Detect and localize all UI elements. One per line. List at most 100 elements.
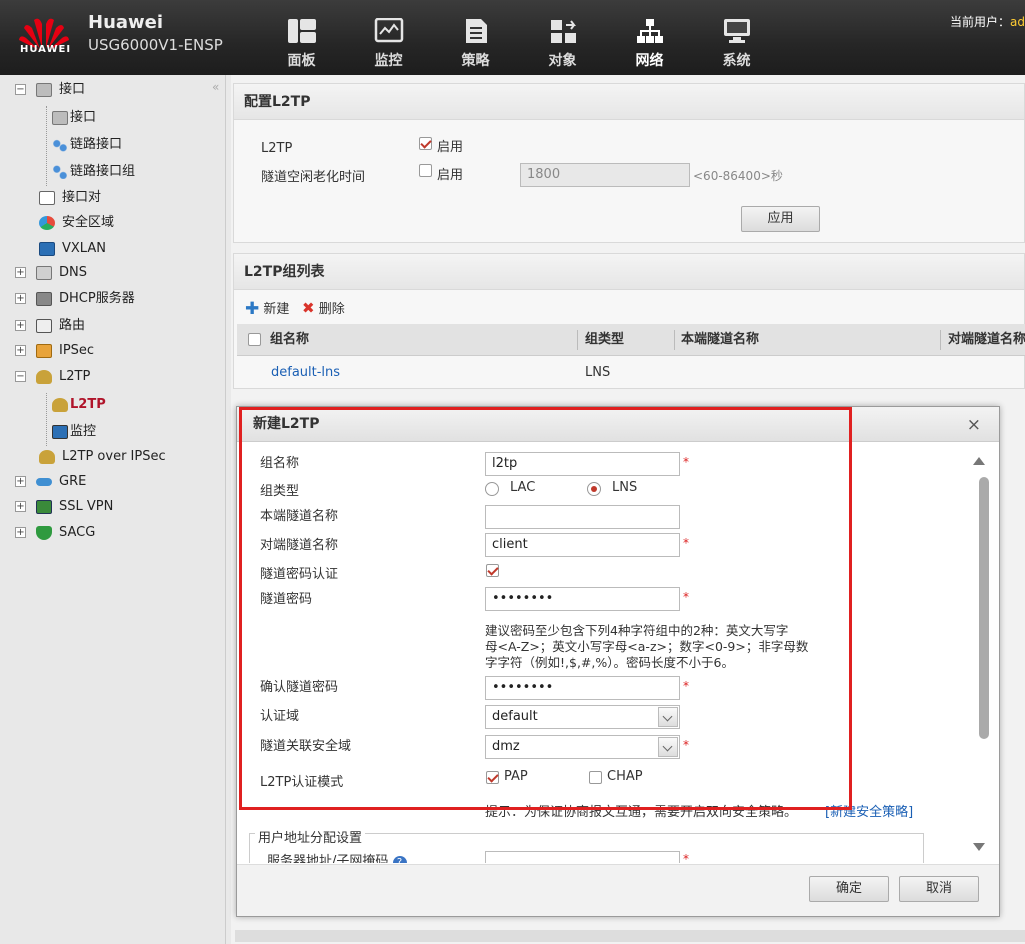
- security-zone-icon: [39, 215, 55, 230]
- sidebar-item-label: DNS: [59, 265, 87, 280]
- nav-dashboard-label: 面板: [287, 53, 316, 69]
- select-all-checkbox[interactable]: [248, 333, 261, 346]
- tunnel-password-input[interactable]: ••••••••: [485, 587, 680, 611]
- vxlan-icon: [39, 241, 55, 256]
- required-mark: *: [683, 738, 689, 752]
- group-name-input[interactable]: l2tp: [485, 452, 680, 476]
- scroll-up-icon[interactable]: [973, 457, 985, 465]
- new-group-button[interactable]: ✚ 新建: [245, 298, 289, 319]
- column-header-group-name[interactable]: 组名称: [270, 324, 309, 356]
- column-header-peer-tunnel[interactable]: 对端隧道名称: [948, 324, 1025, 356]
- nav-system-label: 系统: [722, 53, 751, 69]
- dialog-scrollbar-thumb[interactable]: [979, 477, 989, 739]
- sidebar-item-ipsec[interactable]: + IPSec: [15, 340, 94, 362]
- chap-checkbox[interactable]: [589, 771, 602, 784]
- chevron-down-icon: [658, 707, 678, 727]
- radio-lac-label: LAC: [510, 480, 536, 495]
- cancel-button[interactable]: 取消: [899, 876, 979, 902]
- sidebar-item-link-interface-group[interactable]: 链路接口组: [52, 161, 135, 183]
- idle-enable-checkbox[interactable]: [419, 164, 432, 177]
- local-tunnel-label: 本端隧道名称: [260, 509, 339, 524]
- sidebar-item-l2tp-sub[interactable]: L2TP: [52, 394, 106, 416]
- scroll-down-icon[interactable]: [973, 843, 985, 851]
- apply-button[interactable]: 应用: [741, 206, 820, 232]
- nav-policy[interactable]: 策略: [432, 0, 519, 75]
- sidebar-item-link-interface[interactable]: 链路接口: [52, 134, 122, 156]
- sidebar-item-l2tp-over-ipsec[interactable]: L2TP over IPSec: [39, 446, 166, 468]
- column-header-group-type[interactable]: 组类型: [585, 324, 624, 356]
- collapse-icon[interactable]: −: [15, 84, 26, 95]
- sidebar-item-label: L2TP over IPSec: [62, 449, 166, 464]
- column-separator: [577, 330, 578, 350]
- sidebar-item-l2tp[interactable]: − L2TP: [15, 366, 90, 388]
- sidebar-item-ssl-vpn[interactable]: + SSL VPN: [15, 496, 113, 518]
- radio-lns[interactable]: [587, 482, 601, 496]
- table-row-group-name-link[interactable]: default-lns: [271, 365, 340, 380]
- local-tunnel-input[interactable]: [485, 505, 680, 529]
- sidebar-item-l2tp-monitor[interactable]: 监控: [52, 421, 96, 443]
- tunnel-auth-checkbox[interactable]: [486, 564, 499, 577]
- sidebar-item-gre[interactable]: + GRE: [15, 471, 86, 493]
- peer-tunnel-input[interactable]: client: [485, 533, 680, 557]
- nav-monitor[interactable]: 监控: [345, 0, 432, 75]
- sidebar-item-dhcp[interactable]: + DHCP服务器: [15, 288, 135, 310]
- expand-icon[interactable]: +: [15, 476, 26, 487]
- gre-icon: [36, 477, 52, 486]
- tree-line: [46, 393, 47, 446]
- dialog-title: 新建L2TP: [237, 407, 999, 442]
- sidebar-item-label: IPSec: [59, 343, 95, 358]
- pap-checkbox[interactable]: [486, 771, 499, 784]
- collapse-sidebar-icon[interactable]: «: [212, 80, 219, 94]
- auth-domain-select[interactable]: default: [485, 705, 680, 729]
- system-icon: [723, 19, 750, 43]
- auth-domain-value: default: [492, 709, 538, 724]
- sidebar-item-label: 接口对: [62, 190, 102, 205]
- sidebar-item-interface-pair[interactable]: 接口对: [39, 187, 101, 209]
- dashboard-icon: [287, 19, 316, 43]
- l2tp-group-title: L2TP组列表: [234, 254, 1024, 290]
- idle-time-input[interactable]: 1800: [520, 163, 690, 187]
- interface-pair-icon: [39, 190, 55, 205]
- expand-icon[interactable]: +: [15, 320, 26, 331]
- policy-icon: [465, 19, 487, 43]
- sidebar-item-interface-sub[interactable]: 接口: [52, 107, 96, 129]
- current-user-name[interactable]: ad: [1010, 15, 1025, 29]
- sidebar-item-dns[interactable]: + DNS: [15, 262, 87, 284]
- nav-object[interactable]: 对象: [519, 0, 606, 75]
- new-security-policy-link[interactable]: [新建安全策略]: [825, 801, 913, 820]
- required-mark: *: [683, 852, 689, 863]
- l2tp-enable-checkbox[interactable]: [419, 137, 432, 150]
- column-header-local-tunnel[interactable]: 本端隧道名称: [681, 324, 759, 356]
- server-address-input[interactable]: [485, 851, 680, 863]
- sidebar-item-interface[interactable]: − 接口: [15, 79, 85, 101]
- expand-icon[interactable]: +: [15, 293, 26, 304]
- delete-group-button[interactable]: ✖ 删除: [302, 298, 345, 317]
- expand-icon[interactable]: +: [15, 501, 26, 512]
- nav-system[interactable]: 系统: [693, 0, 780, 75]
- sidebar-item-vxlan[interactable]: VXLAN: [39, 238, 106, 260]
- sidebar-item-route[interactable]: + 路由: [15, 315, 85, 337]
- sidebar-item-label: SSL VPN: [59, 499, 114, 514]
- sidebar: « − 接口 接口 链路接口 链路接口组 接口对 安全区域 VXLAN + DNS …: [0, 75, 226, 944]
- close-icon[interactable]: ×: [967, 415, 981, 435]
- required-mark: *: [683, 590, 689, 604]
- expand-icon[interactable]: +: [15, 267, 26, 278]
- expand-icon[interactable]: +: [15, 345, 26, 356]
- ipsec-lock-icon: [36, 343, 52, 358]
- expand-icon[interactable]: +: [15, 527, 26, 538]
- config-l2tp-title: 配置L2TP: [234, 84, 1024, 120]
- nav-policy-label: 策略: [461, 53, 490, 69]
- radio-lac[interactable]: [485, 482, 499, 496]
- l2tp-label: L2TP: [261, 141, 293, 156]
- collapse-icon[interactable]: −: [15, 371, 26, 382]
- sidebar-item-security-zone[interactable]: 安全区域: [39, 212, 114, 234]
- nav-network[interactable]: 网络: [606, 0, 693, 75]
- sidebar-item-sacg[interactable]: + SACG: [15, 522, 95, 544]
- tunnel-zone-select[interactable]: dmz: [485, 735, 680, 759]
- nav-dashboard[interactable]: 面板: [258, 0, 345, 75]
- help-icon[interactable]: ?: [392, 856, 407, 863]
- confirm-password-input[interactable]: ••••••••: [485, 676, 680, 700]
- idle-time-label: 隧道空闲老化时间: [261, 170, 366, 185]
- ok-button[interactable]: 确定: [809, 876, 889, 902]
- chevron-down-icon: [658, 737, 678, 757]
